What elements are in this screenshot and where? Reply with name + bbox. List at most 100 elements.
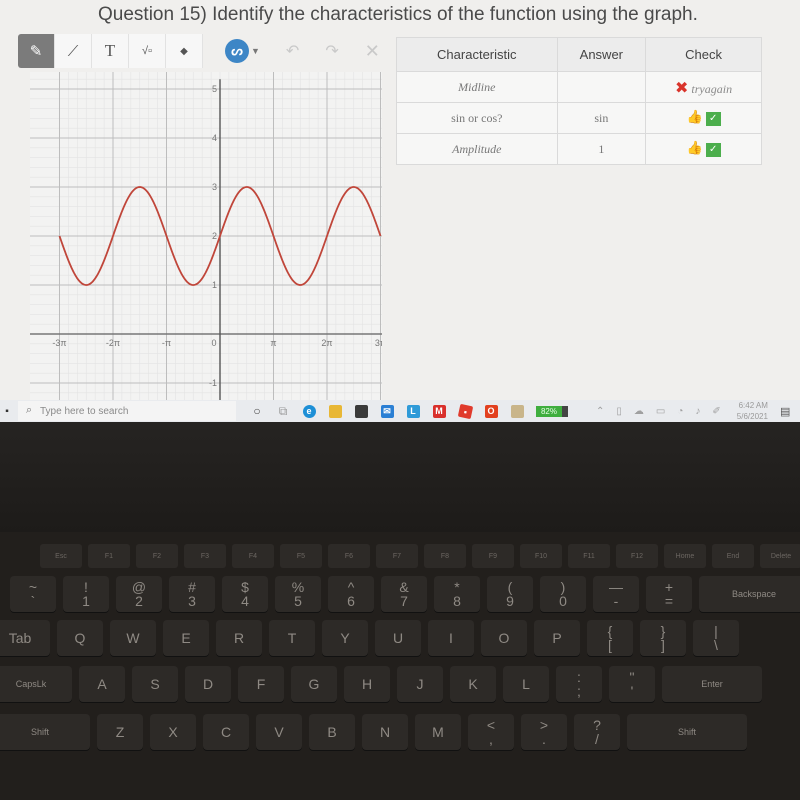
mail-icon[interactable]: ✉ [376,400,398,422]
answer-sin-or-cos-input[interactable]: sin [556,102,647,134]
key-1[interactable]: ! 1 [63,576,109,612]
key-0[interactable]: ) 0 [540,576,586,612]
key-z[interactable]: Z [97,714,143,750]
volume-icon[interactable]: ♪ [695,406,700,417]
key-[interactable]: > . [521,714,567,750]
key-f8[interactable]: F8 [424,544,466,568]
graph-canvas[interactable]: -3π -2π -π 0 π 2π 3π 5 4 3 2 1 -1 [30,72,382,400]
tablet-icon[interactable]: ▯ [616,406,622,417]
battery-icon[interactable]: ▭ [656,406,665,417]
key-[interactable]: + = [646,576,692,612]
key-6[interactable]: ^ 6 [328,576,374,612]
mcafee-icon[interactable]: M [428,400,450,422]
key-9[interactable]: ( 9 [487,576,533,612]
key-5[interactable]: % 5 [275,576,321,612]
key-4[interactable]: $ 4 [222,576,268,612]
key-g[interactable]: G [291,666,337,702]
text-tool-button[interactable]: T [92,34,129,68]
clear-icon[interactable]: ✕ [365,41,380,62]
key-7[interactable]: & 7 [381,576,427,612]
key-[interactable]: — - [593,576,639,612]
key-[interactable]: ? / [574,714,620,750]
key-i[interactable]: I [428,620,474,656]
key-[interactable]: : ; [556,666,602,702]
key-t[interactable]: T [269,620,315,656]
key-shift[interactable]: Shift [0,714,90,750]
key-f10[interactable]: F10 [520,544,562,568]
key-o[interactable]: O [481,620,527,656]
key-f2[interactable]: F2 [136,544,178,568]
roblox-icon[interactable]: ▪ [454,400,476,422]
key-f9[interactable]: F9 [472,544,514,568]
key-s[interactable]: S [132,666,178,702]
key-f1[interactable]: F1 [88,544,130,568]
key-b[interactable]: B [309,714,355,750]
start-button[interactable]: ▪ [0,400,14,422]
key-8[interactable]: * 8 [434,576,480,612]
key-e[interactable]: E [163,620,209,656]
key-x[interactable]: X [150,714,196,750]
tray-chevron-up-icon[interactable]: ⌃ [596,406,604,417]
cortana-icon[interactable]: ○ [246,400,268,422]
redo-icon[interactable]: ↷ [325,41,338,61]
key-d[interactable]: D [185,666,231,702]
store-icon[interactable] [350,400,372,422]
key-capslk[interactable]: CapsLk [0,666,72,702]
key-3[interactable]: # 3 [169,576,215,612]
key-f6[interactable]: F6 [328,544,370,568]
eraser-tool-button[interactable]: ◆ [166,34,203,68]
key-end[interactable]: End [712,544,754,568]
key-n[interactable]: N [362,714,408,750]
pen-icon[interactable]: ✐ [712,406,720,417]
edge-browser-icon[interactable]: e [298,400,320,422]
wifi-icon[interactable]: ◔ [677,406,683,417]
key-f12[interactable]: F12 [616,544,658,568]
task-view-icon[interactable]: ⧉ [272,400,294,422]
key-u[interactable]: U [375,620,421,656]
answer-midline-input[interactable] [556,71,647,103]
key-backspace[interactable]: Backspace [699,576,800,612]
draw-style-dropdown[interactable]: ᔕ ▼ [225,39,260,63]
key-[interactable]: " ' [609,666,655,702]
key-a[interactable]: A [79,666,125,702]
key-w[interactable]: W [110,620,156,656]
file-explorer-icon[interactable] [324,400,346,422]
key-[interactable]: { [ [587,620,633,656]
key-[interactable]: | \ [693,620,739,656]
key-c[interactable]: C [203,714,249,750]
key-shift[interactable]: Shift [627,714,747,750]
key-r[interactable]: R [216,620,262,656]
key-h[interactable]: H [344,666,390,702]
key-p[interactable]: P [534,620,580,656]
onedrive-cloud-icon[interactable]: ☁ [634,406,644,417]
game-app-icon[interactable] [506,400,528,422]
key-delete[interactable]: Delete [760,544,800,568]
taskbar-search-input[interactable]: ⌕ Type here to search [18,401,236,421]
key-v[interactable]: V [256,714,302,750]
key-[interactable]: ~ ` [10,576,56,612]
key-home[interactable]: Home [664,544,706,568]
answer-amplitude-input[interactable]: 1 [556,133,647,165]
key-f3[interactable]: F3 [184,544,226,568]
pencil-tool-button[interactable]: ✎ [18,34,55,68]
key-k[interactable]: K [450,666,496,702]
key-q[interactable]: Q [57,620,103,656]
key-f7[interactable]: F7 [376,544,418,568]
key-enter[interactable]: Enter [662,666,762,702]
key-l[interactable]: L [503,666,549,702]
key-tab[interactable]: Tab [0,620,50,656]
key-j[interactable]: J [397,666,443,702]
office-icon[interactable]: O [480,400,502,422]
key-f4[interactable]: F4 [232,544,274,568]
key-[interactable]: } ] [640,620,686,656]
key-f[interactable]: F [238,666,284,702]
key-esc[interactable]: Esc [40,544,82,568]
key-f5[interactable]: F5 [280,544,322,568]
app-l-icon[interactable]: L [402,400,424,422]
key-y[interactable]: Y [322,620,368,656]
key-f11[interactable]: F11 [568,544,610,568]
key-2[interactable]: @ 2 [116,576,162,612]
line-tool-button[interactable]: ⟋ [55,34,92,68]
undo-icon[interactable]: ↶ [286,41,299,61]
notifications-icon[interactable]: ▤ [780,405,790,418]
